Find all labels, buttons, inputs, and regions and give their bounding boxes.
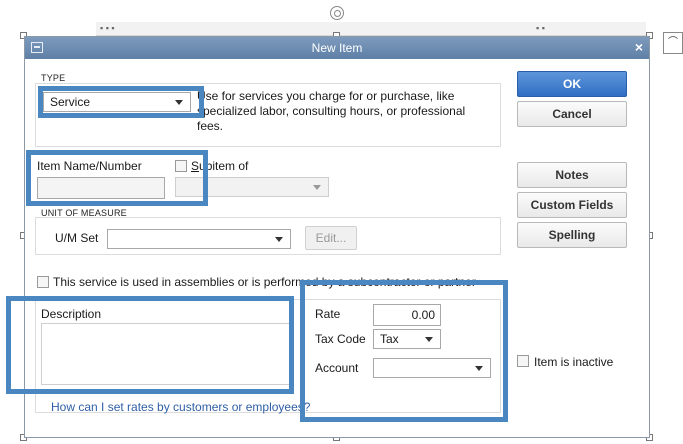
new-item-dialog: New Item × TYPE Service Use for services…	[24, 36, 650, 438]
custom-fields-button[interactable]: Custom Fields	[517, 192, 627, 218]
tax-code-select[interactable]: Tax	[373, 329, 441, 349]
item-name-input[interactable]	[37, 177, 165, 199]
dialog-title: New Item	[311, 41, 363, 55]
description-label: Description	[41, 307, 102, 321]
rate-input[interactable]: 0.00	[373, 304, 441, 326]
type-section-label: TYPE	[41, 73, 66, 83]
tax-code-label: Tax Code	[315, 332, 366, 346]
assembly-checkbox-label: This service is used in assemblies or is…	[53, 275, 476, 289]
description-textarea[interactable]	[41, 323, 293, 385]
close-icon[interactable]: ×	[635, 39, 643, 55]
chevron-down-icon	[175, 100, 183, 105]
rotate-handle-icon[interactable]	[330, 6, 344, 20]
assembly-checkbox[interactable]	[37, 276, 49, 288]
chevron-down-icon	[275, 237, 283, 242]
type-select[interactable]: Service	[43, 92, 191, 112]
spelling-button[interactable]: Spelling	[517, 222, 627, 248]
account-select[interactable]	[373, 358, 491, 378]
type-description: Use for services you charge for or purch…	[197, 89, 466, 133]
subitem-label: Subitem of	[191, 159, 248, 173]
subitem-select[interactable]	[175, 177, 329, 197]
tax-code-value: Tax	[380, 332, 399, 346]
account-label: Account	[315, 361, 359, 375]
type-select-value: Service	[50, 95, 91, 109]
chevron-down-icon	[475, 366, 483, 371]
item-name-label: Item Name/Number	[37, 159, 142, 173]
subitem-label-text: ubitem of	[199, 159, 249, 173]
subitem-checkbox[interactable]	[175, 160, 187, 172]
notes-button[interactable]: Notes	[517, 162, 627, 188]
ok-button[interactable]: OK	[517, 71, 627, 97]
uom-edit-button[interactable]: Edit...	[305, 226, 357, 250]
subitem-label-mnemonic: S	[191, 159, 200, 173]
inactive-label: Item is inactive	[534, 355, 614, 369]
inactive-checkbox[interactable]	[517, 355, 529, 367]
chevron-down-icon	[313, 185, 321, 190]
layout-options-icon[interactable]: ⌒	[663, 32, 683, 54]
dialog-titlebar: New Item ×	[25, 37, 649, 59]
uom-set-label: U/M Set	[55, 231, 99, 245]
rates-help-link[interactable]: How can I set rates by customers or empl…	[51, 400, 310, 414]
cancel-button[interactable]: Cancel	[517, 101, 627, 127]
background-document-strip: ▪ ▪ ▪ ▪ ▪	[96, 22, 646, 36]
uom-set-select[interactable]	[107, 229, 291, 249]
chevron-down-icon	[425, 337, 433, 342]
rate-label: Rate	[315, 307, 341, 321]
